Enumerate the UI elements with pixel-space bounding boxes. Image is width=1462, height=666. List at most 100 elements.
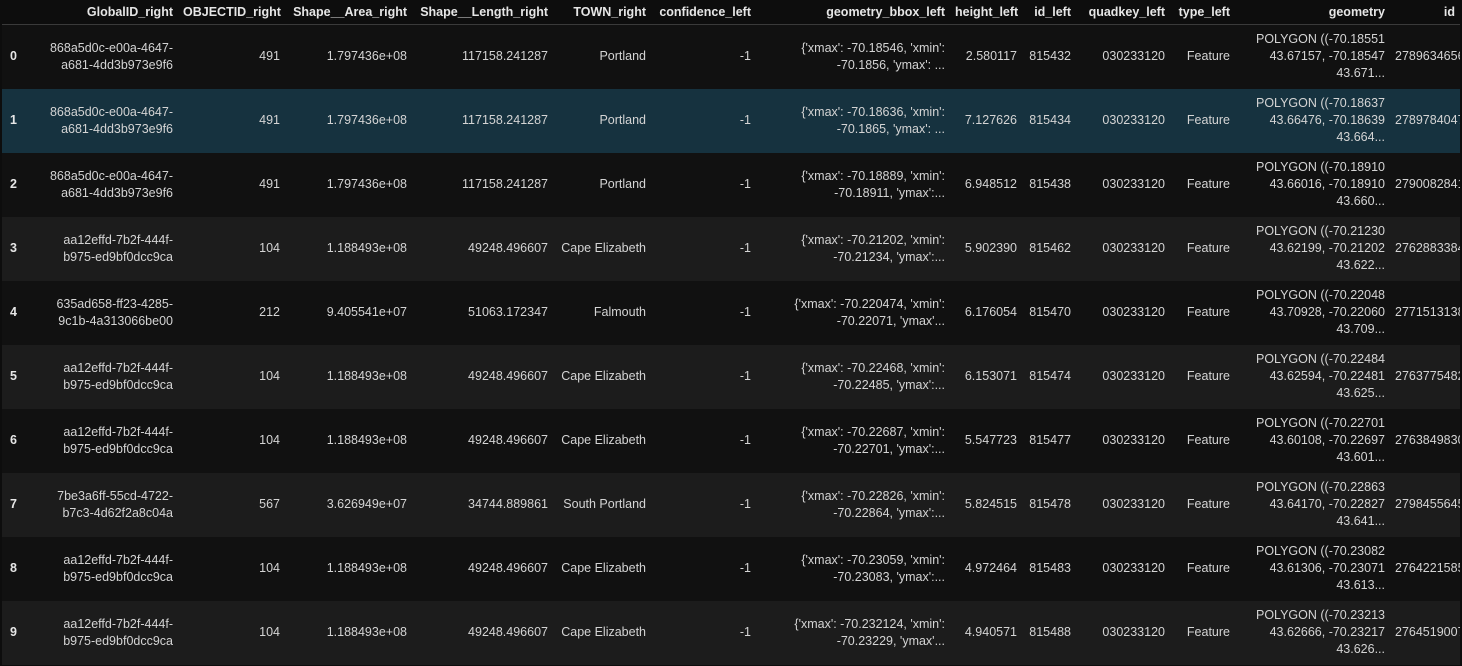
table-row[interactable]: 2 868a5d0c-e00a-4647-a681-4dd3b973e9f6 491… [2, 152, 1460, 217]
table-body: 0 868a5d0c-e00a-4647-a681-4dd3b973e9f6 491… [2, 24, 1460, 665]
cell-quadkey-left: 030233120 [1102, 497, 1165, 511]
header-shape-length-right: Shape__Length_right [412, 0, 553, 25]
cell-id-left: 815477 [1029, 433, 1071, 447]
cell-height-left: 6.176054 [964, 305, 1017, 319]
header-row: GlobalID_right OBJECTID_right Shape__Are… [2, 0, 1460, 25]
cell-town-right: Portland [599, 177, 646, 191]
cell-shape-area-right: 1.188493e+08 [326, 241, 407, 255]
cell-id: 2763849830 [1395, 433, 1460, 447]
header-globalid-right: GlobalID_right [30, 0, 178, 25]
cell-height-left: 5.547723 [964, 433, 1017, 447]
cell-id: 2764221585 [1395, 561, 1460, 575]
cell-globalid-right: 635ad658-ff23-4285-9c1b-4a313066be00 [56, 296, 173, 328]
cell-shape-length-right: 117158.241287 [462, 49, 548, 64]
table-row[interactable]: 1 868a5d0c-e00a-4647-a681-4dd3b973e9f6 491… [2, 88, 1460, 153]
table-row[interactable]: 5 aa12effd-7b2f-444f-b975-ed9bf0dcc9ca 104… [2, 344, 1460, 409]
cell-id: 2771513138 [1395, 305, 1460, 319]
cell-geometry: POLYGON ((-70.21230 43.62199, -70.21202 … [1256, 224, 1385, 272]
cell-confidence-left: -1 [739, 113, 751, 127]
cell-quadkey-left: 030233120 [1102, 113, 1165, 127]
cell-town-right: South Portland [563, 497, 646, 511]
cell-id: 2764519007 [1395, 625, 1460, 639]
cell-shape-length-right: 49248.496607 [468, 625, 548, 639]
table-row[interactable]: 9 aa12effd-7b2f-444f-b975-ed9bf0dcc9ca 104… [2, 600, 1460, 665]
cell-objectid-right: 212 [259, 305, 280, 319]
cell-quadkey-left: 030233120 [1102, 561, 1165, 575]
cell-type-left: Feature [1186, 113, 1230, 127]
cell-id: 2798455645 [1395, 497, 1460, 511]
cell-confidence-left: -1 [739, 625, 751, 639]
cell-height-left: 5.824515 [964, 497, 1017, 511]
header-confidence-left: confidence_left [651, 0, 756, 25]
cell-confidence-left: -1 [739, 561, 751, 575]
cell-globalid-right: aa12effd-7b2f-444f-b975-ed9bf0dcc9ca [63, 424, 173, 456]
cell-shape-length-right: 51063.172347 [468, 305, 548, 319]
header-type-left: type_left [1170, 0, 1235, 25]
table-row[interactable]: 8 aa12effd-7b2f-444f-b975-ed9bf0dcc9ca 104… [2, 536, 1460, 601]
cell-height-left: 6.153071 [964, 369, 1017, 383]
cell-shape-length-right: 117158.241287 [462, 113, 548, 127]
table-row[interactable]: 6 aa12effd-7b2f-444f-b975-ed9bf0dcc9ca 104… [2, 408, 1460, 473]
cell-quadkey-left: 030233120 [1102, 625, 1165, 639]
cell-geometry-bbox-left: {'xmax': -70.18546, 'xmin': -70.1856, 'y… [801, 40, 945, 72]
index-cell: 4 [10, 305, 17, 319]
cell-shape-area-right: 1.797436e+08 [326, 49, 407, 64]
cell-objectid-right: 491 [259, 49, 280, 64]
cell-objectid-right: 567 [259, 497, 280, 511]
table-row[interactable]: 7 7be3a6ff-55cd-4722-b7c3-4d62f2a8c04a 567… [2, 472, 1460, 537]
table-header: GlobalID_right OBJECTID_right Shape__Are… [2, 0, 1460, 25]
index-cell: 6 [10, 433, 17, 447]
cell-geometry-bbox-left: {'xmax': -70.18636, 'xmin': -70.1865, 'y… [801, 104, 945, 136]
table-row[interactable]: 0 868a5d0c-e00a-4647-a681-4dd3b973e9f6 491… [2, 24, 1460, 89]
cell-geometry: POLYGON ((-70.23213 43.62666, -70.23217 … [1256, 608, 1385, 656]
header-geometry: geometry [1235, 0, 1390, 25]
cell-height-left: 6.948512 [964, 177, 1017, 191]
table-row[interactable]: 4 635ad658-ff23-4285-9c1b-4a313066be00 212… [2, 280, 1460, 345]
cell-confidence-left: -1 [739, 497, 751, 511]
cell-confidence-left: -1 [739, 49, 751, 64]
header-index [2, 0, 30, 25]
index-cell: 5 [10, 369, 17, 383]
cell-quadkey-left: 030233120 [1102, 177, 1165, 191]
cell-objectid-right: 104 [259, 433, 280, 447]
cell-geometry-bbox-left: {'xmax': -70.22826, 'xmin': -70.22864, '… [801, 488, 945, 520]
cell-town-right: Cape Elizabeth [561, 433, 646, 447]
cell-geometry-bbox-left: {'xmax': -70.21202, 'xmin': -70.21234, '… [801, 232, 945, 264]
cell-geometry: POLYGON ((-70.23082 43.61306, -70.23071 … [1256, 544, 1385, 592]
cell-type-left: Feature [1186, 497, 1230, 511]
cell-shape-area-right: 1.188493e+08 [326, 561, 407, 575]
cell-quadkey-left: 030233120 [1102, 433, 1165, 447]
cell-id-left: 815470 [1029, 305, 1071, 319]
cell-id-left: 815488 [1029, 625, 1071, 639]
cell-globalid-right: 868a5d0c-e00a-4647-a681-4dd3b973e9f6 [49, 104, 173, 136]
header-town-right: TOWN_right [553, 0, 651, 25]
header-shape-area-right: Shape__Area_right [285, 0, 412, 25]
cell-shape-area-right: 1.188493e+08 [326, 433, 407, 447]
cell-town-right: Cape Elizabeth [561, 561, 646, 575]
cell-confidence-left: -1 [739, 177, 751, 191]
cell-id-left: 815438 [1029, 177, 1071, 191]
header-geometry-bbox-left: geometry_bbox_left [756, 0, 950, 25]
cell-globalid-right: aa12effd-7b2f-444f-b975-ed9bf0dcc9ca [63, 616, 173, 648]
cell-objectid-right: 104 [259, 625, 280, 639]
cell-id: 2763775482 [1395, 369, 1460, 383]
cell-objectid-right: 104 [259, 369, 280, 383]
cell-type-left: Feature [1186, 625, 1230, 639]
cell-town-right: Cape Elizabeth [561, 369, 646, 383]
cell-type-left: Feature [1186, 177, 1230, 191]
index-cell: 7 [10, 497, 17, 511]
cell-id-left: 815478 [1029, 497, 1071, 511]
cell-globalid-right: 868a5d0c-e00a-4647-a681-4dd3b973e9f6 [49, 40, 173, 72]
cell-id-left: 815434 [1029, 113, 1071, 127]
cell-height-left: 5.902390 [964, 241, 1017, 255]
cell-quadkey-left: 030233120 [1102, 305, 1165, 319]
cell-geometry-bbox-left: {'xmax': -70.232124, 'xmin': -70.23229, … [794, 616, 945, 648]
cell-geometry-bbox-left: {'xmax': -70.18889, 'xmin': -70.18911, '… [801, 168, 945, 200]
cell-shape-area-right: 1.188493e+08 [326, 369, 407, 383]
cell-height-left: 4.940571 [964, 625, 1017, 639]
cell-globalid-right: 868a5d0c-e00a-4647-a681-4dd3b973e9f6 [49, 168, 173, 200]
cell-town-right: Cape Elizabeth [561, 241, 646, 255]
table-row[interactable]: 3 aa12effd-7b2f-444f-b975-ed9bf0dcc9ca 104… [2, 216, 1460, 281]
cell-type-left: Feature [1186, 369, 1230, 383]
cell-height-left: 4.972464 [964, 561, 1017, 575]
